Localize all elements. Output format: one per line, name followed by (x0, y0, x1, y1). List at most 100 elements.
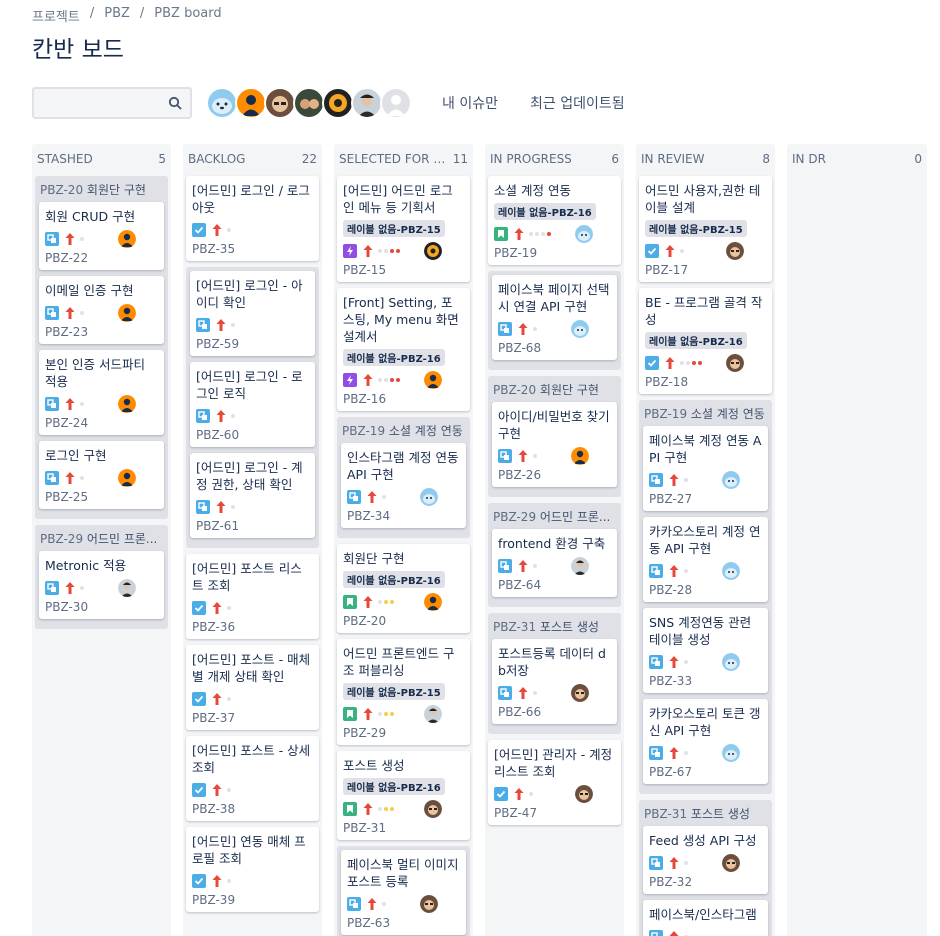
issue-key[interactable]: PBZ-23 (45, 325, 158, 339)
issue-key[interactable]: PBZ-47 (494, 806, 615, 820)
issue-card[interactable]: frontend 환경 구축 PBZ-64 (492, 529, 617, 597)
avatar-user-2[interactable] (235, 87, 267, 119)
issue-key[interactable]: PBZ-19 (494, 246, 615, 260)
issue-key[interactable]: PBZ-24 (45, 416, 158, 430)
swimlane-title[interactable]: PBZ-31 포스트 생성 (488, 613, 621, 639)
assignee-avatar[interactable] (722, 653, 740, 671)
issue-key[interactable]: PBZ-18 (645, 375, 766, 389)
avatar-user-5[interactable] (322, 87, 354, 119)
swimlane-title[interactable]: PBZ-29 어드민 프론... (488, 503, 621, 529)
issue-card[interactable]: 본인 인증 서드파티 적용 PBZ-24 (39, 350, 164, 435)
issue-card[interactable]: 이메일 인증 구현 PBZ-23 (39, 276, 164, 344)
avatar-unassigned[interactable] (380, 87, 412, 119)
breadcrumb-board[interactable]: PBZ board (154, 6, 221, 25)
issue-key[interactable]: PBZ-15 (343, 263, 464, 277)
search-icon[interactable] (168, 96, 182, 110)
issue-key[interactable]: PBZ-17 (645, 263, 766, 277)
issue-key[interactable]: PBZ-66 (498, 705, 611, 719)
issue-card[interactable]: 포스트 생성 레이블 없음-PBZ-16 PBZ-31 (337, 751, 470, 840)
swimlane-title[interactable]: PBZ-19 소셜 계정 연동 (639, 400, 772, 426)
issue-key[interactable]: PBZ-29 (343, 726, 464, 740)
quick-filter-recently-updated[interactable]: 최근 업데이트됨 (530, 93, 625, 113)
issue-key[interactable]: PBZ-25 (45, 490, 158, 504)
assignee-avatar[interactable] (424, 705, 442, 723)
issue-key[interactable]: PBZ-28 (649, 583, 762, 597)
issue-key[interactable]: PBZ-32 (649, 875, 762, 889)
assignee-avatar[interactable] (118, 395, 136, 413)
issue-card[interactable]: 로그인 구현 PBZ-25 (39, 441, 164, 509)
issue-key[interactable]: PBZ-63 (347, 916, 460, 930)
assignee-avatar[interactable] (424, 800, 442, 818)
issue-card[interactable]: 회원단 구현 레이블 없음-PBZ-16 PBZ-20 (337, 544, 470, 633)
issue-card[interactable]: [어드민] 포스트 - 상세 조회 PBZ-38 (186, 736, 319, 821)
issue-key[interactable]: PBZ-36 (192, 620, 313, 634)
assignee-avatar[interactable] (571, 557, 589, 575)
quick-filter-my-issues[interactable]: 내 이슈만 (442, 93, 498, 113)
assignee-avatar[interactable] (118, 230, 136, 248)
issue-key[interactable]: PBZ-35 (192, 242, 313, 256)
issue-card[interactable]: Feed 생성 API 구성 PBZ-32 (643, 826, 768, 894)
issue-key[interactable]: PBZ-37 (192, 711, 313, 725)
avatar-user-3[interactable] (264, 87, 296, 119)
issue-key[interactable]: PBZ-59 (196, 337, 309, 351)
issue-key[interactable]: PBZ-33 (649, 674, 762, 688)
avatar-user-4[interactable] (293, 87, 325, 119)
issue-key[interactable]: PBZ-38 (192, 802, 313, 816)
issue-card[interactable]: [어드민] 로그인 - 아이디 확인 PBZ-59 (190, 271, 315, 356)
issue-card[interactable]: [어드민] 어드민 로그인 메뉴 등 기획서 레이블 없음-PBZ-15 PBZ-1… (337, 176, 470, 282)
issue-card[interactable]: 카카오스토리 계정 연동 API 구현 PBZ-28 (643, 517, 768, 602)
swimlane-title[interactable]: PBZ-19 소셜 계정 연동 (337, 417, 470, 443)
assignee-avatar[interactable] (722, 471, 740, 489)
assignee-avatar[interactable] (118, 469, 136, 487)
issue-key[interactable]: PBZ-34 (347, 509, 460, 523)
avatar-user-6[interactable] (351, 87, 383, 119)
swimlane-title[interactable]: PBZ-29 어드민 프론... (35, 525, 168, 551)
issue-key[interactable]: PBZ-68 (498, 341, 611, 355)
issue-card[interactable]: 소셜 계정 연동 레이블 없음-PBZ-16 PBZ-19 (488, 176, 621, 265)
issue-card[interactable]: [어드민] 포스트 리스트 조회 PBZ-36 (186, 554, 319, 639)
issue-key[interactable]: PBZ-61 (196, 519, 309, 533)
issue-card[interactable]: [어드민] 관리자 - 계정 리스트 조회 PBZ-47 (488, 740, 621, 825)
issue-key[interactable]: PBZ-22 (45, 251, 158, 265)
issue-card[interactable]: 어드민 사용자,권한 테이블 설계 레이블 없음-PBZ-15 PBZ-17 (639, 176, 772, 282)
issue-card[interactable]: 페이스북 계정 연동 API 구현 PBZ-27 (643, 426, 768, 511)
assignee-avatar[interactable] (420, 488, 438, 506)
issue-card[interactable]: 회원 CRUD 구현 PBZ-22 (39, 202, 164, 270)
issue-card[interactable]: SNS 계정연동 관련 테이블 생성 PBZ-33 (643, 608, 768, 693)
issue-key[interactable]: PBZ-30 (45, 600, 158, 614)
assignee-avatar[interactable] (424, 242, 442, 260)
search-input[interactable] (34, 89, 159, 117)
assignee-avatar[interactable] (722, 562, 740, 580)
assignee-avatar[interactable] (722, 744, 740, 762)
assignee-avatar[interactable] (571, 447, 589, 465)
assignee-avatar[interactable] (726, 354, 744, 372)
assignee-avatar[interactable] (424, 371, 442, 389)
search-box[interactable] (32, 87, 192, 119)
assignee-avatar[interactable] (726, 242, 744, 260)
issue-card[interactable]: [어드민] 연동 매체 프로필 조회 PBZ-39 (186, 827, 319, 912)
issue-key[interactable]: PBZ-16 (343, 392, 464, 406)
issue-card[interactable]: 인스타그램 계정 연동 API 구현 PBZ-34 (341, 443, 466, 528)
assignee-avatar[interactable] (571, 320, 589, 338)
issue-key[interactable]: PBZ-26 (498, 468, 611, 482)
assignee-avatar[interactable] (722, 854, 740, 872)
assignee-avatar[interactable] (118, 579, 136, 597)
issue-card[interactable]: [어드민] 로그인 / 로그아웃 PBZ-35 (186, 176, 319, 261)
assignee-avatar[interactable] (575, 785, 593, 803)
issue-card[interactable]: 포스트등록 데이터 db저장 PBZ-66 (492, 639, 617, 724)
issue-card[interactable]: 페이스북 페이지 선택시 연결 API 구현 PBZ-68 (492, 275, 617, 360)
issue-key[interactable]: PBZ-64 (498, 578, 611, 592)
issue-card[interactable]: 카카오스토리 토큰 갱신 API 구현 PBZ-67 (643, 699, 768, 784)
assignee-avatar[interactable] (424, 593, 442, 611)
breadcrumb-projects[interactable]: 프로젝트 (32, 6, 80, 25)
issue-key[interactable]: PBZ-31 (343, 821, 464, 835)
issue-card[interactable]: 아이디/비밀번호 찾기 구현 PBZ-26 (492, 402, 617, 487)
assignee-avatar[interactable] (118, 304, 136, 322)
breadcrumb-project[interactable]: PBZ (104, 6, 130, 25)
issue-card[interactable]: 페이스북/인스타그램 (643, 900, 768, 936)
issue-card[interactable]: [Front] Setting, 포스팅, My menu 화면 설계서 레이블 … (337, 288, 470, 411)
assignee-avatar[interactable] (420, 895, 438, 913)
issue-key[interactable]: PBZ-20 (343, 614, 464, 628)
swimlane-title[interactable]: PBZ-20 회원단 구현 (488, 376, 621, 402)
issue-key[interactable]: PBZ-27 (649, 492, 762, 506)
